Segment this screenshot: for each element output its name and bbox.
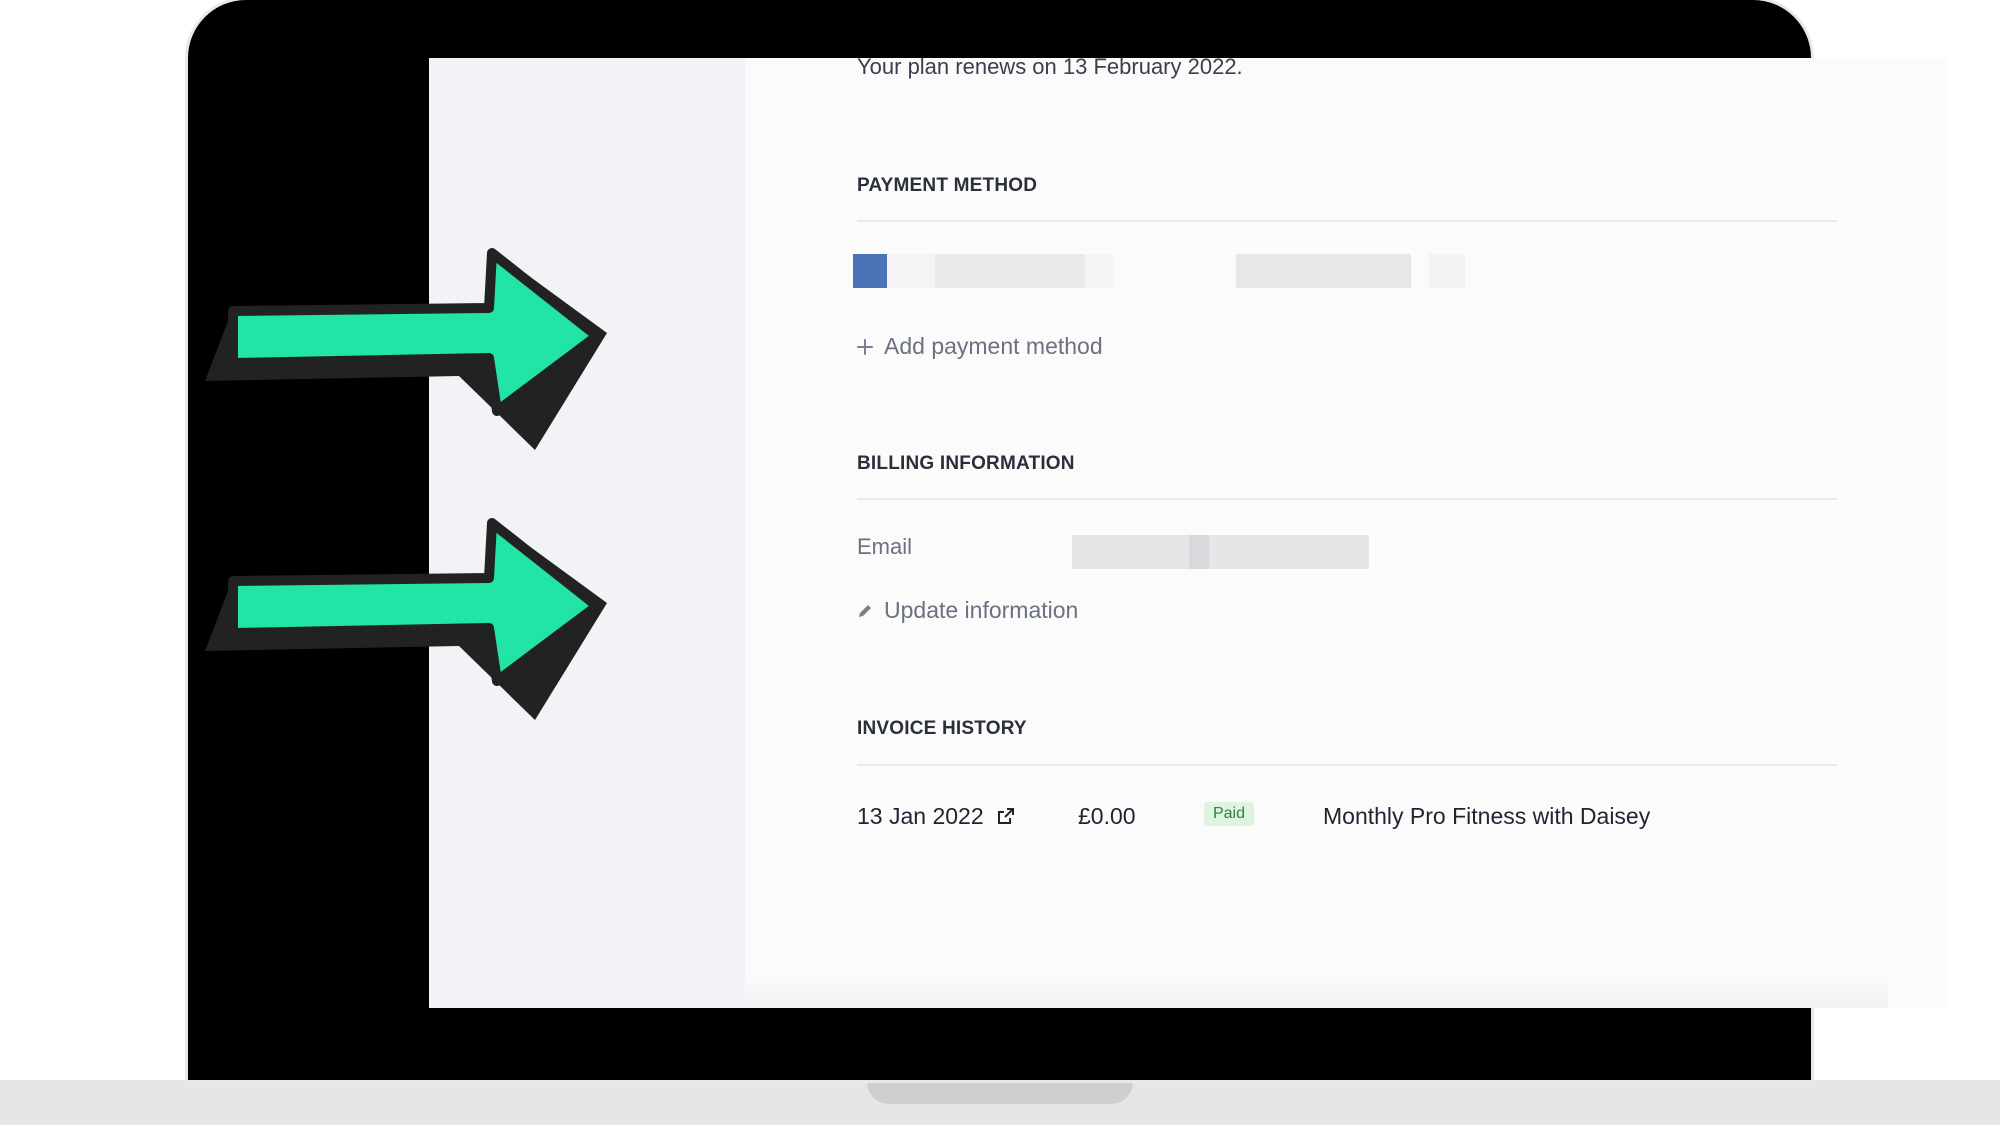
add-payment-method-label: Add payment method xyxy=(884,333,1103,359)
invoice-date-link[interactable]: 13 Jan 2022 xyxy=(857,803,1016,830)
scroll-shadow xyxy=(745,972,1888,1008)
plus-icon xyxy=(856,335,874,355)
arrow-pointer-icon xyxy=(205,518,607,720)
status-badge: Paid xyxy=(1204,802,1254,826)
laptop-notch xyxy=(867,1080,1133,1104)
invoice-amount: £0.00 xyxy=(1078,803,1136,829)
billing-information-title: BILLING INFORMATION xyxy=(857,453,1075,474)
update-information-label: Update information xyxy=(884,597,1079,623)
invoice-date: 13 Jan 2022 xyxy=(857,803,984,829)
add-payment-method-link[interactable]: Add payment method xyxy=(856,333,1103,360)
pencil-icon xyxy=(856,599,874,617)
billing-page xyxy=(745,58,1948,1008)
payment-method-title: PAYMENT METHOD xyxy=(857,175,1038,196)
arrow-pointer-icon xyxy=(205,248,607,450)
divider xyxy=(857,764,1837,766)
email-label: Email xyxy=(857,534,913,559)
invoice-description: Monthly Pro Fitness with Daisey xyxy=(1323,803,1651,829)
invoice-history-title: INVOICE HISTORY xyxy=(857,718,1027,739)
update-information-link[interactable]: Update information xyxy=(856,597,1078,624)
divider xyxy=(857,220,1837,222)
divider xyxy=(857,498,1837,500)
external-link-icon xyxy=(996,805,1016,825)
screen: Your plan renews on 13 February 2022. PA… xyxy=(429,58,1948,1008)
plan-renewal-text: Your plan renews on 13 February 2022. xyxy=(857,58,1243,79)
